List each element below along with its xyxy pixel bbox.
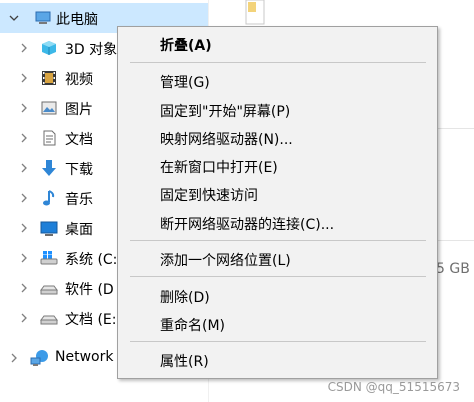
drive-icon (40, 309, 58, 327)
menu-item-label: 固定到快速访问 (160, 188, 258, 204)
menu-item-label: 添加一个网络位置(L) (160, 253, 291, 269)
chevron-right-icon[interactable] (18, 282, 30, 294)
nav-label: 文档 (E: (65, 312, 117, 328)
nav-label: 音乐 (65, 192, 93, 208)
3d-objects-icon (40, 39, 58, 57)
menu-item-label: 固定到"开始"屏幕(P) (160, 104, 291, 120)
chevron-right-icon[interactable] (18, 192, 30, 204)
menu-item-collapse[interactable]: 折叠(A) (118, 31, 437, 57)
menu-item-delete[interactable]: 删除(D) (118, 283, 437, 309)
nav-label: 3D 对象 (65, 42, 118, 58)
desktop-icon (40, 219, 58, 237)
menu-item-label: 映射网络驱动器(N)... (160, 132, 293, 148)
chevron-right-icon[interactable] (18, 162, 30, 174)
menu-item-label: 属性(R) (160, 354, 209, 370)
chevron-right-icon[interactable] (18, 222, 30, 234)
drive-icon (40, 279, 58, 297)
nav-label: 系统 (C: (65, 252, 118, 268)
video-icon (40, 69, 58, 87)
menu-separator (130, 62, 426, 63)
nav-label-this-pc: 此电脑 (56, 12, 98, 28)
menu-item-open-new-window[interactable]: 在新窗口中打开(E) (118, 153, 437, 179)
row-divider (438, 128, 474, 129)
chevron-right-icon[interactable] (18, 72, 30, 84)
menu-item-manage[interactable]: 管理(G) (118, 68, 437, 94)
watermark-text: CSDN @qq_51515673 (327, 380, 460, 394)
nav-label: 桌面 (65, 222, 93, 238)
menu-separator (130, 276, 426, 277)
chevron-right-icon[interactable] (18, 42, 30, 54)
chevron-down-icon[interactable] (8, 12, 20, 24)
pictures-icon (40, 99, 58, 117)
menu-item-pin-start[interactable]: 固定到"开始"屏幕(P) (118, 97, 437, 123)
windows-drive-icon (40, 249, 58, 267)
chevron-right-icon[interactable] (8, 352, 20, 364)
music-icon (40, 189, 58, 207)
nav-label: 软件 (D (65, 282, 114, 298)
menu-separator (130, 341, 426, 342)
menu-separator (130, 240, 426, 241)
chevron-right-icon[interactable] (18, 102, 30, 114)
menu-item-label: 删除(D) (160, 290, 210, 306)
chevron-right-icon[interactable] (18, 312, 30, 324)
network-icon (30, 349, 48, 367)
nav-label: 视频 (65, 72, 93, 88)
nav-label-network: Network (55, 349, 114, 365)
folder-thumbnail-icon[interactable] (244, 0, 268, 26)
downloads-icon (40, 159, 58, 177)
menu-item-label: 在新窗口中打开(E) (160, 160, 278, 176)
menu-item-rename[interactable]: 重命名(M) (118, 311, 437, 337)
menu-item-properties[interactable]: 属性(R) (118, 347, 437, 373)
menu-item-label: 断开网络驱动器的连接(C)... (160, 217, 335, 233)
menu-item-pin-quick-access[interactable]: 固定到快速访问 (118, 181, 437, 207)
nav-label: 下载 (65, 162, 93, 178)
drive-free-space-text: 5 GB (436, 261, 470, 277)
menu-item-add-network-location[interactable]: 添加一个网络位置(L) (118, 246, 437, 272)
menu-item-label: 重命名(M) (160, 318, 226, 334)
menu-item-label: 折叠(A) (160, 38, 212, 54)
documents-icon (40, 129, 58, 147)
row-divider (438, 240, 474, 241)
this-pc-icon (34, 9, 52, 27)
menu-item-label: 管理(G) (160, 75, 210, 91)
menu-item-map-network-drive[interactable]: 映射网络驱动器(N)... (118, 125, 437, 151)
chevron-right-icon[interactable] (18, 132, 30, 144)
nav-label: 图片 (65, 102, 93, 118)
chevron-right-icon[interactable] (18, 252, 30, 264)
context-menu: 折叠(A) 管理(G) 固定到"开始"屏幕(P) 映射网络驱动器(N)... 在… (117, 26, 438, 379)
menu-item-disconnect-network-drive[interactable]: 断开网络驱动器的连接(C)... (118, 210, 437, 236)
nav-label: 文档 (65, 132, 93, 148)
